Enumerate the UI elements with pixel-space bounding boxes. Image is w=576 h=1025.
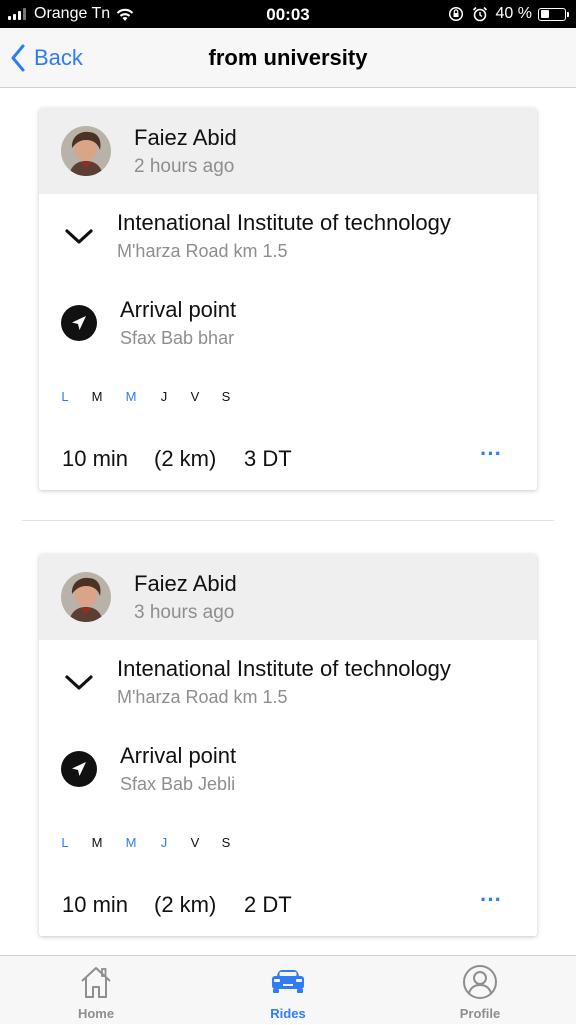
driver-avatar[interactable] — [61, 572, 111, 622]
status-right: 40 % — [448, 4, 569, 24]
tab-home[interactable]: Home — [0, 956, 192, 1025]
chevron-down-icon — [65, 675, 93, 690]
tab-label: Profile — [459, 1006, 501, 1021]
ride-card-header: Faiez Abid 2 hours ago — [39, 108, 537, 194]
day-indicator: M — [125, 835, 137, 850]
alarm-icon — [472, 6, 487, 22]
destination-label: Arrival point — [120, 297, 237, 322]
day-indicator: V — [190, 389, 200, 404]
battery-icon — [538, 7, 569, 21]
ride-price: 2 DT — [244, 892, 292, 917]
day-indicator: J — [160, 835, 168, 850]
driver-name: Faiez Abid — [134, 571, 237, 596]
origin-address: M'harza Road km 1.5 — [117, 241, 288, 261]
day-indicator: M — [125, 389, 137, 404]
ride-card[interactable]: Faiez Abid 2 hours ago Intenational Inst… — [39, 108, 537, 490]
chevron-down-icon — [65, 229, 93, 244]
posted-time: 2 hours ago — [134, 156, 235, 177]
tab-profile[interactable]: Profile — [384, 956, 576, 1025]
tab-label: Home — [77, 1006, 115, 1021]
avatar-image — [61, 126, 111, 176]
ride-card[interactable]: Faiez Abid 3 hours ago Intenational Inst… — [39, 554, 537, 936]
more-options-button[interactable]: ··· — [476, 442, 506, 466]
home-icon — [81, 967, 111, 998]
navigation-bar: Back from university — [0, 28, 576, 88]
origin-name: Intenational Institute of technology — [117, 210, 451, 235]
more-options-button[interactable]: ··· — [476, 888, 506, 912]
chevron-left-icon — [11, 44, 25, 72]
profile-icon — [463, 965, 497, 999]
driver-name: Faiez Abid — [134, 125, 237, 150]
day-indicator: L — [61, 389, 69, 404]
origin-name: Intenational Institute of technology — [117, 656, 451, 681]
page-title: from university — [208, 45, 368, 70]
ride-distance: (2 km) — [154, 446, 217, 471]
posted-time: 3 hours ago — [134, 602, 235, 623]
day-indicator: J — [160, 389, 168, 404]
ride-distance: (2 km) — [154, 892, 217, 917]
day-indicator: M — [91, 835, 103, 850]
driver-avatar[interactable] — [61, 126, 111, 176]
destination-address: Sfax Bab Jebli — [120, 774, 236, 794]
day-indicator: V — [190, 835, 200, 850]
back-button[interactable]: Back — [10, 42, 83, 74]
day-indicator: S — [221, 835, 231, 850]
avatar-image — [61, 572, 111, 622]
tab-rides[interactable]: Rides — [192, 956, 384, 1025]
ride-card-header: Faiez Abid 3 hours ago — [39, 554, 537, 640]
ride-duration: 10 min — [62, 446, 129, 471]
car-icon — [272, 970, 304, 993]
day-indicator: M — [91, 389, 103, 404]
ride-price: 3 DT — [244, 446, 292, 471]
orientation-lock-icon — [448, 6, 463, 22]
back-label: Back — [34, 45, 83, 70]
list-divider — [22, 520, 554, 521]
day-indicator: L — [61, 835, 69, 850]
rides-list[interactable]: Faiez Abid 2 hours ago Intenational Inst… — [0, 88, 576, 955]
destination-address: Sfax Bab bhar — [120, 328, 235, 348]
navigation-arrow-icon — [61, 751, 97, 787]
status-bar: Orange Tn 00:03 40 % — [0, 0, 576, 28]
destination-label: Arrival point — [120, 743, 237, 768]
battery-percentage: 40 % — [495, 5, 532, 22]
tab-bar: Home Rides Profile — [0, 955, 576, 1024]
tab-label: Rides — [270, 1006, 306, 1021]
day-indicator: S — [221, 389, 231, 404]
navigation-arrow-icon — [61, 305, 97, 341]
origin-address: M'harza Road km 1.5 — [117, 687, 288, 707]
ride-duration: 10 min — [62, 892, 129, 917]
